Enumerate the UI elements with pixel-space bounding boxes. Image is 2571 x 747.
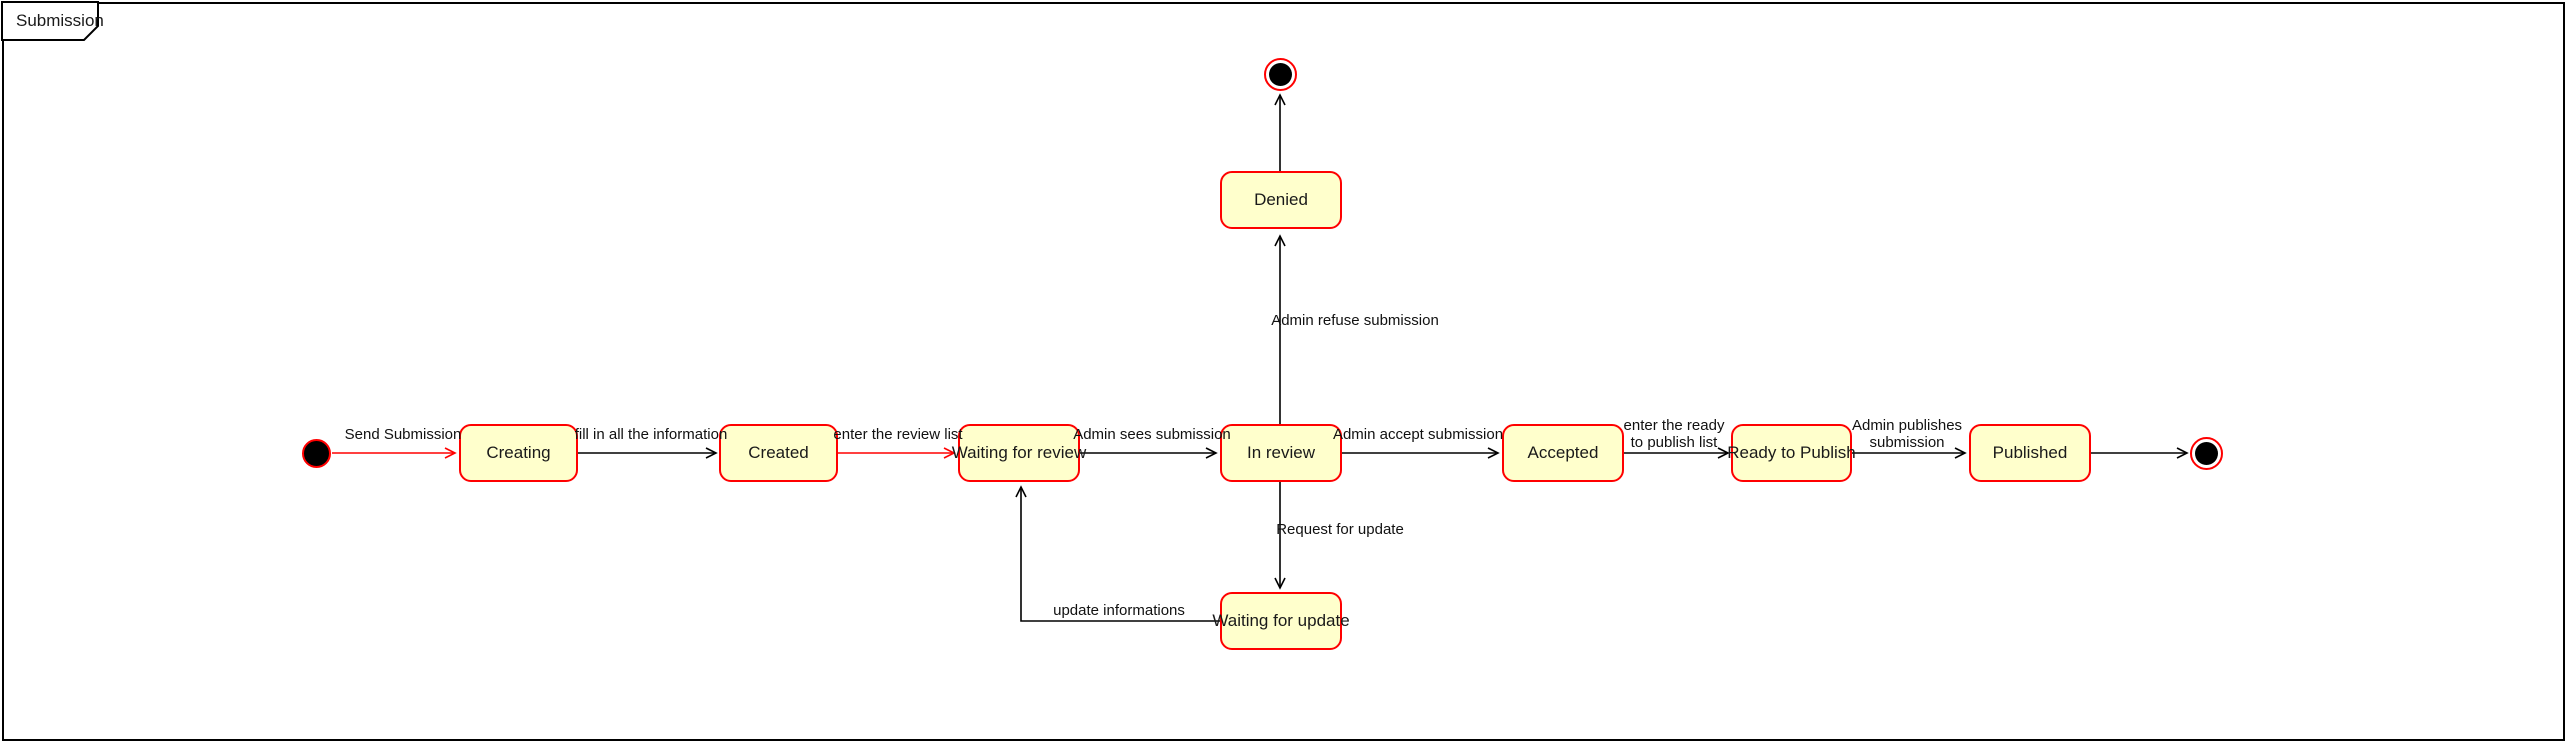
edge-label-enter-review-list: enter the review list	[833, 426, 963, 443]
edge-label-fill-in-information: fill in all the information	[574, 426, 728, 443]
state-creating-label: Creating	[486, 443, 551, 462]
initial-state-node	[302, 439, 331, 468]
edge-label-send-submission: Send Submission	[344, 426, 462, 443]
state-accepted-label: Accepted	[1527, 443, 1599, 462]
edge-label-request-for-update: Request for update	[1276, 521, 1404, 538]
state-waiting-for-update[interactable]: Waiting for update	[1212, 592, 1350, 650]
final-state-node-denied	[1264, 58, 1297, 91]
edge-label-admin-publishes-submission: Admin publishes submission	[1851, 417, 1963, 451]
state-ready-to-publish-label: Ready to Publish	[1727, 443, 1856, 462]
state-published-label: Published	[1992, 443, 2068, 462]
state-creating[interactable]: Creating	[459, 424, 578, 482]
state-in-review-label: In review	[1246, 443, 1316, 462]
state-accepted[interactable]: Accepted	[1502, 424, 1624, 482]
state-denied[interactable]: Denied	[1220, 171, 1342, 229]
state-waiting-for-review-label: Waiting for review	[951, 443, 1087, 462]
state-diagram-canvas: Submission Creating Created Waiting for …	[0, 0, 2571, 747]
edge-label-admin-refuse-submission: Admin refuse submission	[1271, 312, 1439, 329]
state-waiting-for-update-label: Waiting for update	[1212, 611, 1350, 630]
state-denied-label: Denied	[1254, 190, 1308, 209]
final-state-node-main	[2190, 437, 2223, 470]
state-created-label: Created	[748, 443, 809, 462]
state-ready-to-publish[interactable]: Ready to Publish	[1727, 424, 1856, 482]
edge-label-update-informations: update informations	[1053, 602, 1185, 619]
diagram-title-tab: Submission	[1, 1, 104, 41]
edge-label-admin-accept-submission: Admin accept submission	[1332, 426, 1504, 443]
edge-label-admin-sees-submission: Admin sees submission	[1073, 426, 1231, 443]
state-published[interactable]: Published	[1969, 424, 2091, 482]
state-created[interactable]: Created	[719, 424, 838, 482]
edge-label-enter-ready-to-publish-list: enter the ready to publish list	[1623, 417, 1725, 451]
state-waiting-for-review[interactable]: Waiting for review	[952, 424, 1086, 482]
state-in-review[interactable]: In review	[1220, 424, 1342, 482]
final-state-inner-dot	[1269, 63, 1292, 86]
final-state-inner-dot	[2195, 442, 2218, 465]
diagram-title-label: Submission	[16, 11, 104, 30]
